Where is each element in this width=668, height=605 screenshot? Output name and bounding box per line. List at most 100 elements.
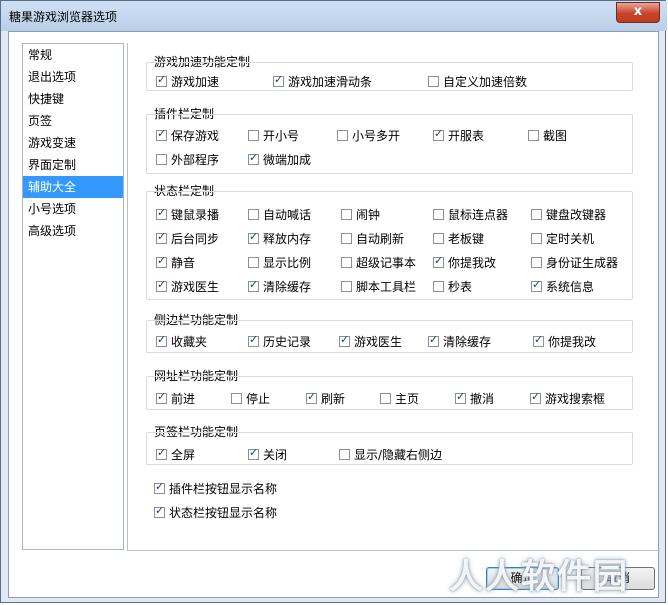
- checkbox-box[interactable]: [433, 209, 444, 220]
- checkbox-box[interactable]: [273, 73, 284, 87]
- checkbox-status-3[interactable]: 鼠标连点器: [433, 206, 508, 223]
- checkbox-box[interactable]: [248, 130, 259, 141]
- checkbox-plugin-2[interactable]: 小号多开: [337, 127, 400, 144]
- checkbox-tabbar-1[interactable]: 关闭: [248, 446, 287, 463]
- nav-item-shortcuts[interactable]: 快捷键: [23, 88, 123, 110]
- cancel-button[interactable]: 取消: [581, 567, 655, 590]
- checkbox-box[interactable]: [433, 254, 444, 268]
- checkbox-box[interactable]: [248, 278, 259, 292]
- checkbox-box[interactable]: [455, 390, 466, 404]
- checkbox-box[interactable]: [248, 446, 259, 460]
- checkbox-box[interactable]: [156, 127, 167, 141]
- checkbox-sidebar-0[interactable]: 收藏夹: [156, 333, 207, 350]
- checkbox-urlbar-5[interactable]: 游戏搜索框: [530, 390, 605, 407]
- checkbox-box[interactable]: [428, 333, 439, 347]
- checkbox-status-15[interactable]: 游戏医生: [156, 278, 219, 295]
- checkbox-status-0[interactable]: 键鼠录播: [156, 206, 219, 223]
- checkbox-box[interactable]: [156, 230, 167, 244]
- checkbox-box[interactable]: [341, 281, 352, 292]
- checkbox-box[interactable]: [337, 130, 348, 141]
- checkbox-tabbar-0[interactable]: 全屏: [156, 446, 195, 463]
- checkbox-box[interactable]: [528, 130, 539, 141]
- checkbox-box[interactable]: [341, 233, 352, 244]
- checkbox-box[interactable]: [530, 390, 541, 404]
- checkbox-speed-2[interactable]: 自定义加速倍数: [428, 73, 527, 90]
- checkbox-box[interactable]: [433, 127, 444, 141]
- checkbox-plugin-1[interactable]: 开小号: [248, 127, 299, 144]
- checkbox-box[interactable]: [156, 446, 167, 460]
- checkbox-box[interactable]: [156, 333, 167, 347]
- checkbox-urlbar-4[interactable]: 撤消: [455, 390, 494, 407]
- nav-item-alt-account[interactable]: 小号选项: [23, 198, 123, 220]
- checkbox-box[interactable]: [156, 278, 167, 292]
- checkbox-status-2[interactable]: 闹钟: [341, 206, 380, 223]
- checkbox-box[interactable]: [156, 73, 167, 87]
- checkbox-box[interactable]: [339, 333, 350, 347]
- checkbox-status-1[interactable]: 自动喊话: [248, 206, 311, 223]
- checkbox-box[interactable]: [248, 333, 259, 347]
- checkbox-plugin-show-names[interactable]: 插件栏按钮显示名称: [154, 480, 277, 497]
- checkbox-box[interactable]: [533, 333, 544, 347]
- checkbox-status-6[interactable]: 释放内存: [248, 230, 311, 247]
- checkbox-status-17[interactable]: 脚本工具栏: [341, 278, 416, 295]
- close-button[interactable]: x: [616, 2, 660, 23]
- checkbox-status-12[interactable]: 超级记事本: [341, 254, 416, 271]
- checkbox-box[interactable]: [341, 257, 352, 268]
- checkbox-status-9[interactable]: 定时关机: [531, 230, 594, 247]
- checkbox-box[interactable]: [248, 257, 259, 268]
- checkbox-speed-0[interactable]: 游戏加速: [156, 73, 219, 90]
- nav-item-ui-customize[interactable]: 界面定制: [23, 154, 123, 176]
- checkbox-status-14[interactable]: 身份证生成器: [531, 254, 618, 271]
- checkbox-status-11[interactable]: 显示比例: [248, 254, 311, 271]
- checkbox-status-13[interactable]: 你提我改: [433, 254, 496, 271]
- checkbox-box[interactable]: [306, 390, 317, 404]
- checkbox-box[interactable]: [156, 390, 167, 404]
- nav-item-general[interactable]: 常规: [23, 44, 123, 66]
- checkbox-box[interactable]: [231, 393, 242, 404]
- checkbox-urlbar-3[interactable]: 主页: [380, 390, 419, 407]
- checkbox-sidebar-2[interactable]: 游戏医生: [339, 333, 402, 350]
- title-bar[interactable]: 糖果游戏浏览器选项 x: [1, 1, 667, 31]
- nav-item-game-speed[interactable]: 游戏变速: [23, 132, 123, 154]
- ok-button[interactable]: 确定: [486, 567, 559, 590]
- checkbox-status-10[interactable]: 静音: [156, 254, 195, 271]
- checkbox-status-show-names[interactable]: 状态栏按钮显示名称: [154, 504, 277, 521]
- checkbox-speed-1[interactable]: 游戏加速滑动条: [273, 73, 372, 90]
- nav-item-tabs[interactable]: 页签: [23, 110, 123, 132]
- checkbox-sidebar-1[interactable]: 历史记录: [248, 333, 311, 350]
- checkbox-status-16[interactable]: 清除缓存: [248, 278, 311, 295]
- checkbox-box[interactable]: [156, 154, 167, 165]
- checkbox-box[interactable]: [248, 209, 259, 220]
- checkbox-status-8[interactable]: 老板键: [433, 230, 484, 247]
- nav-item-assist[interactable]: 辅助大全: [23, 176, 123, 198]
- checkbox-box[interactable]: [156, 206, 167, 220]
- checkbox-box[interactable]: [433, 233, 444, 244]
- checkbox-status-19[interactable]: 系统信息: [531, 278, 594, 295]
- checkbox-plugin-4[interactable]: 截图: [528, 127, 567, 144]
- checkbox-status-18[interactable]: 秒表: [433, 278, 472, 295]
- checkbox-status-5[interactable]: 后台同步: [156, 230, 219, 247]
- checkbox-box[interactable]: [531, 209, 542, 220]
- checkbox-box[interactable]: [248, 151, 259, 165]
- nav-item-exit-options[interactable]: 退出选项: [23, 66, 123, 88]
- checkbox-plugin-3[interactable]: 开服表: [433, 127, 484, 144]
- checkbox-box[interactable]: [531, 233, 542, 244]
- checkbox-box[interactable]: [380, 393, 391, 404]
- checkbox-plugin-6[interactable]: 微端加成: [248, 151, 311, 168]
- checkbox-urlbar-0[interactable]: 前进: [156, 390, 195, 407]
- checkbox-box[interactable]: [433, 281, 444, 292]
- checkbox-box[interactable]: [428, 76, 439, 87]
- checkbox-box[interactable]: [154, 480, 165, 494]
- checkbox-box[interactable]: [531, 278, 542, 292]
- nav-item-advanced[interactable]: 高级选项: [23, 220, 123, 242]
- checkbox-plugin-0[interactable]: 保存游戏: [156, 127, 219, 144]
- checkbox-box[interactable]: [248, 230, 259, 244]
- checkbox-box[interactable]: [156, 254, 167, 268]
- checkbox-urlbar-2[interactable]: 刷新: [306, 390, 345, 407]
- checkbox-status-7[interactable]: 自动刷新: [341, 230, 404, 247]
- checkbox-box[interactable]: [341, 209, 352, 220]
- checkbox-box[interactable]: [154, 504, 165, 518]
- checkbox-box[interactable]: [531, 257, 542, 268]
- checkbox-sidebar-3[interactable]: 清除缓存: [428, 333, 491, 350]
- checkbox-urlbar-1[interactable]: 停止: [231, 390, 270, 407]
